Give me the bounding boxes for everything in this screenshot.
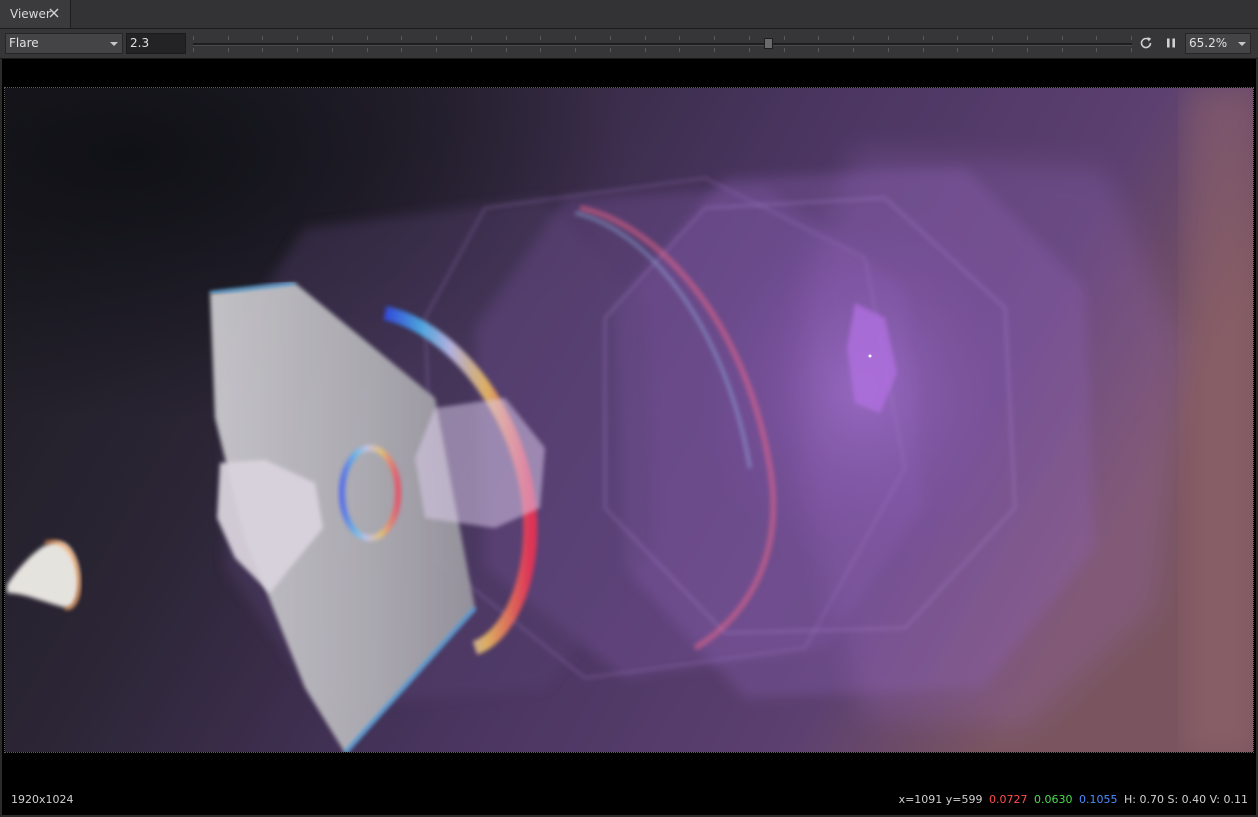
- timeline-tick: [367, 36, 368, 40]
- timeline-tick: [193, 36, 194, 40]
- timeline-tick: [853, 36, 854, 40]
- timeline-tick: [401, 48, 402, 52]
- timeline-tick: [575, 36, 576, 40]
- timeline-tick: [540, 36, 541, 40]
- value-input-text: 2.3: [130, 36, 150, 50]
- timeline-tick: [1131, 48, 1132, 52]
- timeline-tick: [610, 36, 611, 40]
- timeline-tick: [888, 36, 889, 40]
- pixel-r-value: 0.0727: [989, 793, 1028, 806]
- timeline-tick: [679, 48, 680, 52]
- timeline-tick: [436, 48, 437, 52]
- timeline-tick: [367, 48, 368, 52]
- timeline-tick: [262, 36, 263, 40]
- timeline-tick: [992, 36, 993, 40]
- timeline-tick: [714, 36, 715, 40]
- timeline-tick: [853, 48, 854, 52]
- layer-select-value: Flare: [9, 36, 39, 50]
- timeline-tick: [1062, 36, 1063, 40]
- tab-viewer[interactable]: Viewer: [0, 0, 71, 28]
- chevron-down-icon: [1238, 42, 1246, 46]
- timeline-tick: [714, 48, 715, 52]
- timeline-tick: [923, 48, 924, 52]
- timeline-tick: [1027, 36, 1028, 40]
- timeline-tick: [784, 36, 785, 40]
- timeline-tick: [297, 36, 298, 40]
- timeline-tick: [540, 48, 541, 52]
- close-icon[interactable]: [47, 6, 61, 20]
- viewer-toolbar: Flare 2.3 65.2%: [0, 29, 1258, 59]
- timeline-tick: [262, 48, 263, 52]
- timeline-tick: [645, 48, 646, 52]
- viewer-app: Viewer Flare 2.3 65.2% 1920x1024 x=1091 …: [0, 0, 1258, 817]
- timeline-tick: [471, 48, 472, 52]
- lens-flare-image: [5, 88, 1253, 752]
- timeline-tick: [436, 36, 437, 40]
- timeline-tick: [1096, 36, 1097, 40]
- timeline-tick: [610, 48, 611, 52]
- timeline-tick: [784, 48, 785, 52]
- timeline-tick: [506, 36, 507, 40]
- timeline-tick: [1096, 48, 1097, 52]
- timeline-tick: [749, 48, 750, 52]
- timeline-tick: [575, 48, 576, 52]
- tab-viewer-label: Viewer: [10, 7, 51, 21]
- pixel-b-value: 0.1055: [1079, 793, 1118, 806]
- timeline-tick: [679, 36, 680, 40]
- timeline-tick: [645, 36, 646, 40]
- pixel-coords: x=1091 y=599: [898, 793, 983, 806]
- rendered-image[interactable]: [4, 87, 1254, 753]
- timeline-tick: [228, 48, 229, 52]
- timeline-tick: [992, 48, 993, 52]
- timeline-tick: [1027, 48, 1028, 52]
- timeline-tick: [332, 48, 333, 52]
- timeline-tick: [749, 36, 750, 40]
- timeline-tick: [923, 36, 924, 40]
- chevron-down-icon: [110, 42, 118, 46]
- pixel-info: x=1091 y=599 0.0727 0.0630 0.1055 H: 0.7…: [899, 793, 1248, 806]
- timeline-tick: [297, 48, 298, 52]
- timeline-tick: [506, 48, 507, 52]
- timeline-tick: [401, 36, 402, 40]
- image-viewport[interactable]: 1920x1024 x=1091 y=599 0.0727 0.0630 0.1…: [2, 59, 1256, 815]
- timeline-tick: [193, 48, 194, 52]
- value-input[interactable]: 2.3: [126, 33, 186, 54]
- timeline-tick: [332, 36, 333, 40]
- timeline-tick: [957, 36, 958, 40]
- layer-select[interactable]: Flare: [5, 33, 123, 54]
- timeline-tick: [818, 36, 819, 40]
- timeline-tick: [1062, 48, 1063, 52]
- timeline-track: [193, 43, 1132, 46]
- timeline-handle[interactable]: [764, 38, 773, 49]
- timeline-tick: [228, 36, 229, 40]
- timeline-tick: [957, 48, 958, 52]
- zoom-select-value: 65.2%: [1189, 36, 1228, 50]
- timeline-tick: [818, 48, 819, 52]
- refresh-icon[interactable]: [1138, 35, 1154, 51]
- timeline-tick: [1131, 36, 1132, 40]
- timeline-tick: [888, 48, 889, 52]
- timeline-tick: [471, 36, 472, 40]
- zoom-select[interactable]: 65.2%: [1185, 33, 1251, 54]
- pixel-hsv: H: 0.70 S: 0.40 V: 0.11: [1124, 793, 1248, 806]
- pixel-g-value: 0.0630: [1034, 793, 1073, 806]
- timeline-slider[interactable]: [193, 33, 1132, 54]
- image-resolution: 1920x1024: [11, 793, 74, 806]
- tab-bar: Viewer: [0, 0, 1258, 29]
- pause-icon[interactable]: [1163, 35, 1179, 51]
